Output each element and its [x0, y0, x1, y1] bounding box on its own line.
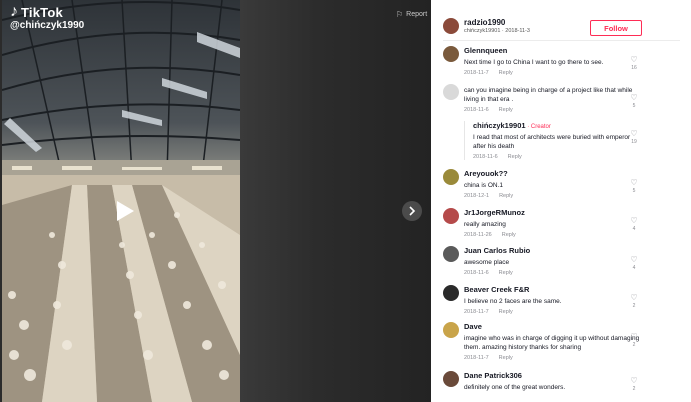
- heart-icon: ♡: [630, 216, 638, 225]
- flag-icon: ⚐: [396, 10, 404, 19]
- like-count: 2: [632, 303, 636, 309]
- reply-button[interactable]: Reply: [499, 107, 513, 113]
- comment-author[interactable]: Areyouok??: [464, 169, 642, 178]
- like-button[interactable]: ♡ 2: [628, 332, 640, 349]
- report-label: Report: [406, 11, 428, 18]
- comment-text: imagine who was in charge of digging it …: [464, 335, 640, 351]
- avatar[interactable]: [443, 169, 459, 185]
- like-button[interactable]: ♡ 19: [628, 129, 640, 146]
- comment-text: china is ON.1: [464, 182, 504, 189]
- video-blur-background: [240, 0, 431, 402]
- tiktok-note-icon: ♪: [10, 3, 18, 20]
- divider: [443, 40, 680, 41]
- heart-icon: ♡: [630, 55, 638, 64]
- avatar[interactable]: [443, 18, 459, 34]
- reply-button[interactable]: Reply: [499, 270, 513, 276]
- like-count: 2: [632, 386, 636, 392]
- like-count: 16: [631, 65, 637, 71]
- chevron-right-icon: [409, 206, 416, 216]
- author-subline: chińczyk19901 · 2018-11-3: [464, 28, 530, 34]
- comment-text: really amazing: [464, 221, 506, 228]
- author-name[interactable]: radzio1990: [464, 18, 530, 27]
- video-username: @chińczyk1990: [10, 20, 85, 31]
- author-handle: chińczyk19901: [464, 28, 501, 34]
- like-button[interactable]: ♡ 4: [628, 255, 640, 272]
- comment-date: 2018-11-6: [464, 107, 489, 113]
- comment-date: 2018-12-1: [464, 193, 490, 199]
- reply-button[interactable]: Reply: [499, 193, 513, 199]
- comment-author[interactable]: Dane Patrick306: [464, 371, 642, 380]
- comment-author[interactable]: Glennqueen: [464, 46, 642, 55]
- heart-icon: ♡: [630, 293, 638, 302]
- comment-text: Next time I go to China I want to go the…: [464, 59, 604, 66]
- reply-button[interactable]: Reply: [499, 355, 513, 361]
- comment-author[interactable]: Juan Carlos Rubio: [464, 246, 642, 255]
- reply-button[interactable]: Reply: [499, 70, 513, 76]
- like-count: 5: [632, 103, 636, 109]
- heart-icon: ♡: [630, 376, 638, 385]
- comment-text: can you imagine being in charge of a pro…: [464, 87, 633, 103]
- video-author[interactable]: radzio1990 chińczyk19901 · 2018-11-3: [443, 18, 530, 34]
- like-button[interactable]: ♡ 2: [628, 376, 640, 393]
- heart-icon: ♡: [630, 255, 638, 264]
- reply-button[interactable]: Reply: [499, 309, 513, 315]
- avatar[interactable]: [443, 84, 459, 100]
- comment-text: I believe no 2 faces are the same.: [464, 298, 562, 305]
- heart-icon: ♡: [630, 129, 638, 138]
- comment-text: definitely one of the great wonders.: [464, 384, 566, 391]
- comment-date: 2018-11-7: [464, 355, 489, 361]
- avatar[interactable]: [443, 246, 459, 262]
- comments-panel: radzio1990 chińczyk19901 · 2018-11-3 Fol…: [431, 0, 691, 402]
- comment-author[interactable]: Dave: [464, 322, 642, 331]
- like-button[interactable]: ♡ 16: [628, 55, 640, 72]
- avatar[interactable]: [443, 208, 459, 224]
- comment-date: 2018-11-26: [464, 232, 492, 238]
- tiktok-brand-text: TikTok: [21, 4, 63, 20]
- comment-author[interactable]: Jr1JorgeRMunoz: [464, 208, 642, 217]
- next-video-button[interactable]: [402, 201, 422, 221]
- reply-date: 2018-11-6: [473, 154, 498, 160]
- like-button[interactable]: ♡ 4: [628, 216, 640, 233]
- comment-date: 2018-11-6: [464, 270, 489, 276]
- video-player[interactable]: ♪ TikTok @chińczyk1990: [2, 0, 240, 402]
- avatar[interactable]: [443, 322, 459, 338]
- heart-icon: ♡: [630, 178, 638, 187]
- like-count: 19: [631, 139, 637, 145]
- reply-button[interactable]: Reply: [502, 232, 516, 238]
- heart-icon: ♡: [630, 332, 638, 341]
- creator-reply: chińczyk19901 · Creator I read that most…: [464, 121, 634, 160]
- author-date: 2018-11-3: [505, 28, 530, 34]
- report-button[interactable]: ⚐ Report: [396, 10, 427, 19]
- tiktok-video-page: ♪ TikTok @chińczyk1990 ⚐ Report radzio19…: [0, 0, 691, 402]
- comment-date: 2018-11-7: [464, 70, 489, 76]
- like-count: 4: [632, 265, 636, 271]
- like-count: 5: [632, 188, 636, 194]
- like-button[interactable]: ♡ 5: [628, 178, 640, 195]
- avatar[interactable]: [443, 285, 459, 301]
- tiktok-logo: ♪ TikTok: [10, 4, 63, 20]
- comment-author[interactable]: Beaver Creek F&R: [464, 285, 642, 294]
- like-count: 2: [632, 342, 636, 348]
- reply-button[interactable]: Reply: [508, 154, 522, 160]
- follow-button[interactable]: Follow: [590, 20, 642, 36]
- comment-text: awesome place: [464, 259, 510, 266]
- like-button[interactable]: ♡ 5: [628, 93, 640, 110]
- heart-icon: ♡: [630, 93, 638, 102]
- reply-author[interactable]: chińczyk19901: [473, 121, 526, 130]
- play-icon[interactable]: [114, 200, 136, 222]
- reply-text: I read that most of architects were buri…: [473, 134, 631, 150]
- avatar[interactable]: [443, 371, 459, 387]
- creator-badge: · Creator: [525, 124, 551, 130]
- avatar[interactable]: [443, 46, 459, 62]
- video-stage[interactable]: ♪ TikTok @chińczyk1990 ⚐ Report: [0, 0, 431, 402]
- like-button[interactable]: ♡ 2: [628, 293, 640, 310]
- like-count: 4: [632, 226, 636, 232]
- comment-date: 2018-11-7: [464, 309, 489, 315]
